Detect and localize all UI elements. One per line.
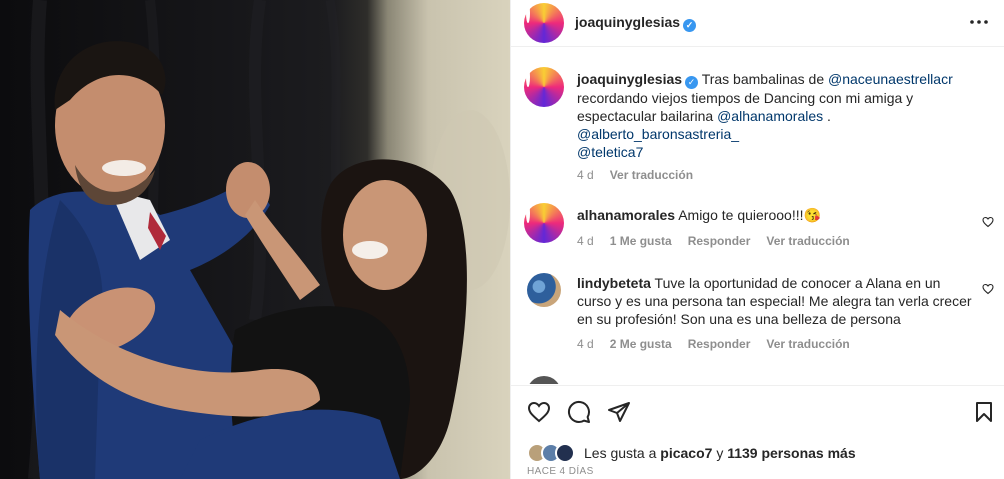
comment-age: 4 d (577, 234, 594, 248)
comment-meta: 4 d 1 Me gusta Responder Ver traducción (577, 234, 866, 248)
comment-age: 4 d (577, 337, 594, 351)
post-date[interactable]: HACE 4 DÍAS (527, 466, 594, 477)
comment-body: Amigo te quierooo!!!😘 (678, 207, 821, 223)
comment-item: lindybeteta Tuve la oportunidad de conoc… (524, 273, 994, 353)
share-icon[interactable] (607, 400, 631, 424)
post-header: joaquinyglesias ✓ (511, 0, 1004, 47)
author-username[interactable]: joaquinyglesias (575, 14, 680, 30)
comment-username[interactable]: alhanamorales (577, 207, 675, 223)
likes-connector: y (716, 445, 724, 461)
mention-alhanamorales[interactable]: @alhanamorales (717, 108, 823, 124)
heart-icon[interactable] (527, 400, 551, 424)
caption-text-3: . (827, 108, 831, 124)
caption-text-1: Tras bambalinas de (701, 71, 825, 87)
commenter-avatar[interactable] (524, 203, 564, 243)
more-options-icon[interactable] (967, 10, 991, 34)
mention-alberto-baronsastreria[interactable]: @alberto_baronsastreria_ (577, 126, 739, 142)
reply-button[interactable]: Responder (688, 337, 751, 351)
caption-text: joaquinyglesias ✓ Tras bambalinas de @nac… (577, 70, 975, 161)
dancing-couple-image (28, 0, 510, 479)
comment-username[interactable]: lindybeteta (577, 275, 651, 291)
mention-naceunaestrellacr[interactable]: @naceunaestrellacr (828, 71, 953, 87)
likes-text: Les gusta a picaco7 y 1139 personas más (584, 445, 856, 461)
post-detail-panel: joaquinyglesias ✓ joaquinyglesias ✓ Tras b… (510, 0, 1004, 479)
verified-badge-icon: ✓ (685, 76, 699, 89)
comments-list[interactable]: joaquinyglesias ✓ Tras bambalinas de @nac… (511, 48, 1004, 384)
post-photo[interactable] (0, 0, 510, 479)
verified-badge-icon: ✓ (683, 19, 697, 32)
author-avatar[interactable] (524, 3, 564, 43)
caption-username[interactable]: joaquinyglesias (577, 71, 682, 87)
comment-like-heart-icon[interactable] (982, 283, 994, 295)
mention-teletica7[interactable]: @teletica7 (577, 144, 643, 160)
comment-text: lindybeteta Tuve la oportunidad de conoc… (577, 274, 975, 328)
caption-avatar[interactable] (524, 67, 564, 107)
caption: joaquinyglesias ✓ Tras bambalinas de @nac… (524, 67, 994, 197)
reply-button[interactable]: Responder (688, 234, 751, 248)
likes-prefix: Les gusta a (584, 445, 657, 461)
liker-avatar (555, 443, 575, 463)
caption-meta: 4 d Ver traducción (577, 168, 709, 182)
bookmark-icon[interactable] (972, 400, 996, 424)
comment-like-heart-icon[interactable] (982, 216, 994, 228)
caption-translate-link[interactable]: Ver traducción (610, 168, 693, 182)
comment-item: alhanamorales Amigo te quierooo!!!😘 4 d 1… (524, 203, 994, 263)
comment-likes[interactable]: 1 Me gusta (610, 234, 672, 248)
commenter-avatar[interactable] (527, 376, 561, 384)
likes-user[interactable]: picaco7 (660, 445, 712, 461)
translate-link[interactable]: Ver traducción (766, 234, 849, 248)
comment-likes[interactable]: 2 Me gusta (610, 337, 672, 351)
comment-text: alhanamorales Amigo te quierooo!!!😘 (577, 206, 975, 224)
comment-icon[interactable] (567, 400, 591, 424)
post-actions: Les gusta a picaco7 y 1139 personas más … (511, 385, 1004, 479)
translate-link[interactable]: Ver traducción (766, 337, 849, 351)
liker-avatars (527, 442, 579, 464)
caption-age: 4 d (577, 168, 594, 182)
likes-others[interactable]: 1139 personas más (727, 445, 855, 461)
commenter-avatar[interactable] (527, 273, 561, 307)
comment-meta: 4 d 2 Me gusta Responder Ver traducción (577, 337, 866, 351)
author-username-row: joaquinyglesias ✓ (575, 14, 697, 32)
